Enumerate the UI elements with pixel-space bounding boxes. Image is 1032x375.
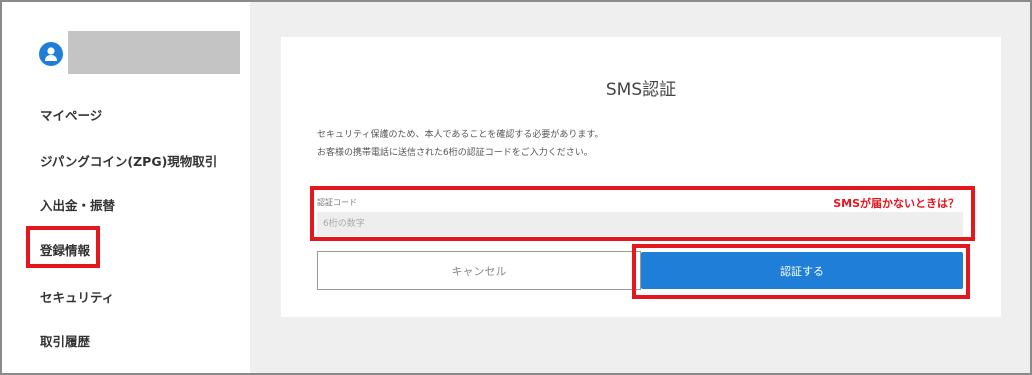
description-line-2: お客様の携帯電話に送信された6桁の認証コードをご入力ください。 [317, 148, 593, 158]
highlight-box-verify [632, 244, 970, 299]
username-redacted [68, 31, 240, 74]
sms-auth-card: SMS認証 セキュリティ保護のため、本人であることを確認する必要があります。 お… [281, 37, 1001, 317]
page-title: SMS認証 [605, 80, 677, 100]
sidebar-item-security[interactable]: セキュリティ [40, 287, 114, 306]
sidebar-item-deposit-withdraw[interactable]: 入出金・振替 [40, 195, 115, 214]
description: セキュリティ保護のため、本人であることを確認する必要があります。 お客様の携帯電… [317, 126, 603, 162]
user-avatar-icon [39, 42, 63, 66]
sidebar-item-mypage[interactable]: マイページ [40, 105, 102, 124]
cancel-button[interactable]: キャンセル [317, 251, 641, 290]
highlight-box-registration [26, 226, 100, 268]
sidebar-item-trade-history[interactable]: 取引履歴 [40, 331, 90, 350]
sidebar-item-zpg-trading[interactable]: ジパングコイン(ZPG)現物取引 [40, 151, 217, 170]
highlight-box-code [310, 186, 975, 241]
description-line-1: セキュリティ保護のため、本人であることを確認する必要があります。 [317, 130, 604, 140]
sidebar: マイページ ジパングコイン(ZPG)現物取引 入出金・振替 登録情報 セキュリテ… [2, 2, 250, 373]
window-frame: マイページ ジパングコイン(ZPG)現物取引 入出金・振替 登録情報 セキュリテ… [0, 0, 1032, 375]
